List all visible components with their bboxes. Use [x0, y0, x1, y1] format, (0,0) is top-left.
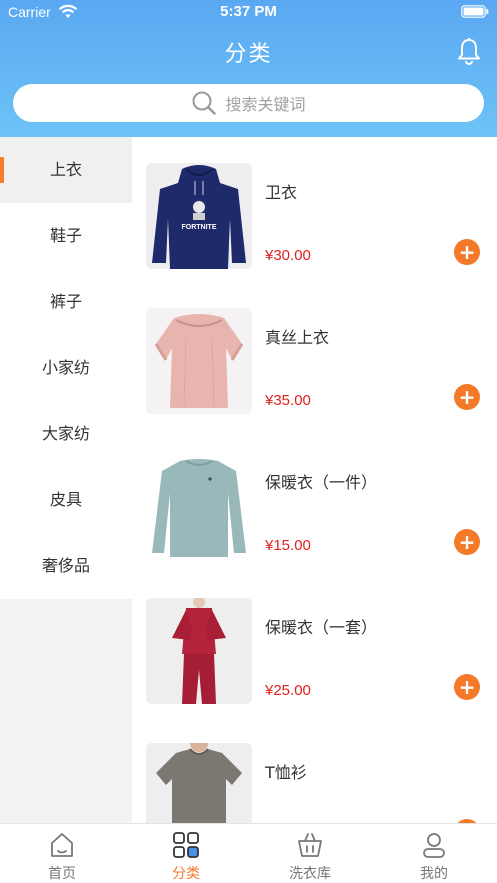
sidebar-item-large-textiles[interactable]: 大家纺 [0, 401, 132, 467]
add-to-cart-button[interactable]: + [454, 674, 480, 700]
hoodie-image: FORTNITE [146, 163, 252, 269]
sidebar-item-label: 大家纺 [41, 424, 90, 443]
bell-icon[interactable] [454, 36, 484, 66]
sidebar-item-label: 皮具 [49, 490, 82, 509]
home-icon [51, 833, 73, 857]
sidebar-item-label: 奢侈品 [41, 556, 90, 575]
tshirt-image [146, 743, 252, 823]
product-image-tshirt[interactable] [146, 743, 252, 823]
search-icon [192, 91, 217, 115]
thermal-set-image [146, 598, 252, 704]
basket-icon [298, 833, 322, 857]
category-icon [173, 832, 199, 858]
add-to-cart-button[interactable]: + [454, 529, 480, 555]
sidebar-item-leather[interactable]: 皮具 [0, 467, 132, 533]
tab-category[interactable]: 分类 [124, 824, 248, 883]
add-to-cart-button[interactable]: + [454, 384, 480, 410]
product-price: ¥25.00 [265, 682, 311, 699]
product-item[interactable]: 真丝上衣 ¥35.00 + [132, 282, 497, 427]
sidebar-item-label: 裤子 [49, 292, 82, 311]
thermal-top-image [146, 453, 252, 559]
product-image-hoodie[interactable]: FORTNITE [146, 163, 252, 269]
search-placeholder: 搜索关键词 [225, 95, 306, 114]
add-to-cart-button[interactable]: + [454, 239, 480, 265]
sidebar-item-label: 上衣 [49, 160, 82, 179]
tab-label: 首页 [48, 866, 76, 882]
battery-icon [461, 5, 489, 18]
sidebar-item-shoes[interactable]: 鞋子 [0, 203, 132, 269]
product-name: 真丝上衣 [265, 328, 330, 347]
product-item[interactable]: T恤衫 + [132, 717, 497, 823]
product-name: 保暖衣（一件） [265, 473, 378, 492]
sidebar-item-luxury[interactable]: 奢侈品 [0, 533, 132, 599]
page-title: 分类 [224, 42, 273, 67]
product-name: 保暖衣（一套） [265, 618, 378, 637]
product-price: ¥35.00 [265, 392, 311, 409]
tab-label: 洗衣库 [289, 866, 331, 882]
product-item[interactable]: FORTNITE 卫衣 ¥30.00 + [132, 137, 497, 282]
plus-icon: + [458, 675, 476, 699]
tab-home[interactable]: 首页 [0, 824, 124, 883]
product-item[interactable]: 保暖衣（一套） ¥25.00 + [132, 572, 497, 717]
product-item[interactable]: 保暖衣（一件） ¥15.00 + [132, 427, 497, 572]
product-image-thermal-top[interactable] [146, 453, 252, 559]
product-price: ¥15.00 [265, 537, 311, 554]
product-name: T恤衫 [265, 763, 307, 782]
tab-label: 我的 [420, 866, 448, 882]
tab-bar: 首页 分类 洗衣库 我的 [0, 823, 497, 883]
product-price: ¥30.00 [265, 247, 311, 264]
product-list: FORTNITE 卫衣 ¥30.00 + 真丝上衣 ¥35.00 + 保暖衣（一… [132, 137, 497, 823]
plus-icon: + [458, 240, 476, 264]
status-bar: Carrier 5:37 PM [0, 0, 497, 26]
sidebar-item-small-textiles[interactable]: 小家纺 [0, 335, 132, 401]
status-time: 5:37 PM [220, 3, 277, 20]
tab-laundry[interactable]: 洗衣库 [248, 824, 372, 883]
sidebar-item-tops[interactable]: 上衣 [0, 137, 132, 203]
product-image-thermal-set[interactable] [146, 598, 252, 704]
product-image-silk-blouse[interactable] [146, 308, 252, 414]
plus-icon: + [458, 385, 476, 409]
sidebar-item-pants[interactable]: 裤子 [0, 269, 132, 335]
search-input[interactable]: 搜索关键词 [13, 84, 484, 122]
tab-profile[interactable]: 我的 [372, 824, 496, 883]
header: Carrier 5:37 PM 分类 搜索关键词 [0, 0, 497, 137]
category-sidebar: 上衣 鞋子 裤子 小家纺 大家纺 皮具 奢侈品 [0, 137, 132, 823]
sidebar-empty-area [0, 600, 132, 823]
sidebar-item-label: 鞋子 [49, 226, 82, 245]
tab-label: 分类 [172, 866, 200, 882]
profile-icon [423, 833, 445, 858]
plus-icon: + [458, 530, 476, 554]
blouse-image [146, 308, 252, 414]
svg-text:FORTNITE: FORTNITE [182, 224, 217, 231]
product-name: 卫衣 [265, 183, 298, 202]
sidebar-item-label: 小家纺 [41, 358, 90, 377]
